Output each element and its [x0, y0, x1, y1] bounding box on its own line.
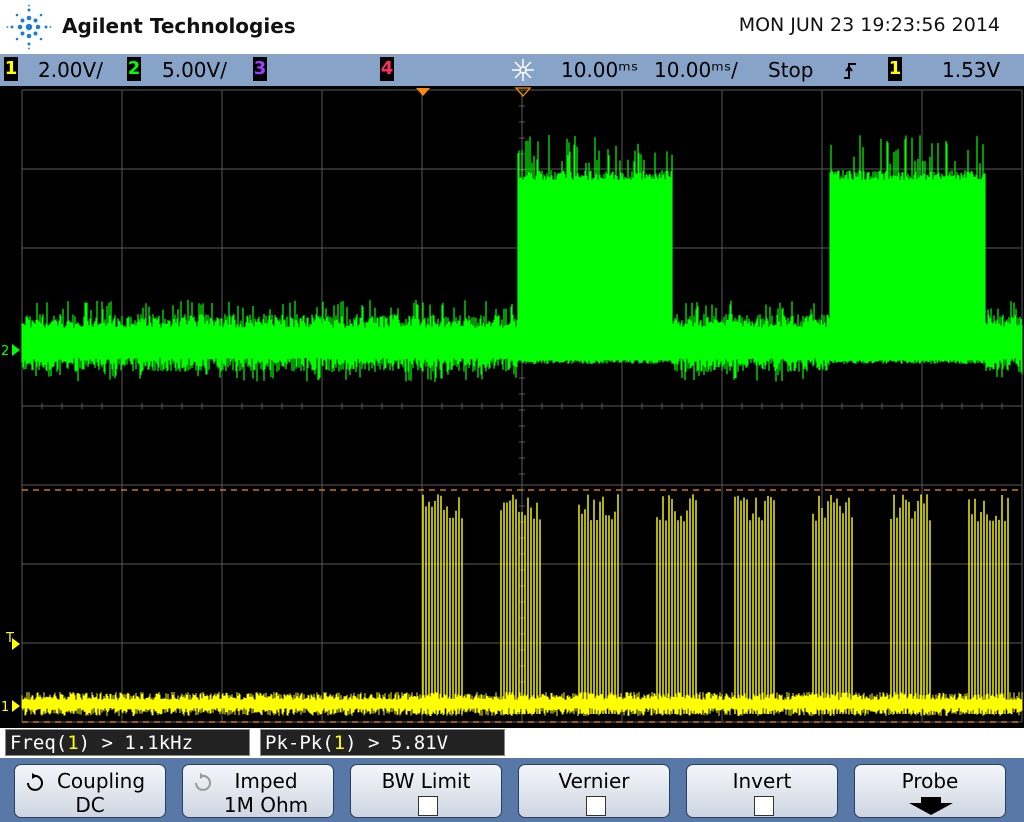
- probe-label: Probe: [901, 769, 959, 793]
- pkpk-measurement[interactable]: Pk-Pk(1) > 5.81V: [260, 729, 505, 756]
- pkpk-prefix: Pk-Pk(: [265, 732, 334, 754]
- bw-limit-label: BW Limit: [381, 769, 471, 793]
- time-scale: 10.00ᵐˢ/: [654, 58, 738, 82]
- datetime: MON JUN 23 19:23:56 2014: [738, 14, 1000, 36]
- ch3-badge[interactable]: 3: [253, 57, 267, 81]
- submenu-arrow-icon: [909, 797, 953, 815]
- probe-button[interactable]: Probe: [854, 764, 1006, 818]
- svg-text:1: 1: [1, 700, 9, 715]
- bw-limit-button[interactable]: BW Limit: [350, 764, 502, 818]
- invert-label: Invert: [732, 769, 792, 793]
- svg-text:2: 2: [1, 344, 9, 359]
- header: Agilent Technologies MON JUN 23 19:23:56…: [0, 0, 1024, 54]
- imped-value: 1M Ohm: [223, 793, 309, 817]
- time-position: 10.00ᵐˢ: [561, 58, 639, 82]
- invert-button[interactable]: Invert: [686, 764, 838, 818]
- vernier-button[interactable]: Vernier: [518, 764, 670, 818]
- waveform-display[interactable]: 2 T 1: [0, 86, 1024, 728]
- ch2-waveform: [21, 135, 1023, 382]
- run-state: Stop: [768, 58, 814, 82]
- vernier-checkbox[interactable]: [586, 796, 606, 816]
- bw-limit-checkbox[interactable]: [418, 796, 438, 816]
- freq-channel: 1: [67, 732, 79, 754]
- freq-measurement[interactable]: Freq(1) > 1.1kHz: [5, 729, 250, 756]
- freq-value: ) > 1.1kHz: [78, 732, 194, 754]
- status-bar: 1 2.00V/ 2 5.00V/ 3 4 10.00ᵐˢ 10.00ᵐˢ/ S…: [0, 54, 1024, 86]
- ch1-waveform: [21, 494, 1023, 716]
- pkpk-channel: 1: [333, 732, 346, 754]
- trigger-level-marker: T: [5, 631, 20, 650]
- softkey-bar: Coupling DC Imped 1M Ohm BW Limit Vernie…: [0, 758, 1024, 822]
- delay-marker: [514, 87, 532, 97]
- trigger-level: 1.53V: [942, 58, 1001, 82]
- timebase-icon: [512, 59, 534, 81]
- vernier-label: Vernier: [558, 769, 630, 793]
- brand-name: Agilent Technologies: [62, 14, 296, 38]
- agilent-logo-icon: [6, 4, 52, 50]
- ch2-scale: 5.00V/: [162, 58, 227, 82]
- ch4-badge[interactable]: 4: [380, 57, 394, 81]
- freq-prefix: Freq(: [10, 732, 68, 754]
- ch1-ground-marker: 1: [1, 700, 20, 715]
- pkpk-value: ) > 5.81V: [345, 732, 449, 754]
- rising-edge-icon: [844, 63, 856, 79]
- imped-label: Imped: [234, 769, 298, 793]
- svg-text:T: T: [5, 631, 14, 646]
- coupling-value: DC: [75, 793, 105, 817]
- invert-checkbox[interactable]: [754, 796, 774, 816]
- ch2-ground-marker: 2: [1, 344, 20, 359]
- imped-button[interactable]: Imped 1M Ohm: [182, 764, 334, 818]
- ch1-badge[interactable]: 1: [4, 57, 18, 81]
- trigger-position-marker: [416, 88, 430, 96]
- ch1-scale: 2.00V/: [38, 58, 103, 82]
- coupling-label: Coupling: [56, 769, 146, 793]
- ch2-badge[interactable]: 2: [127, 57, 141, 81]
- coupling-button[interactable]: Coupling DC: [14, 764, 166, 818]
- trigger-source-badge[interactable]: 1: [888, 57, 902, 81]
